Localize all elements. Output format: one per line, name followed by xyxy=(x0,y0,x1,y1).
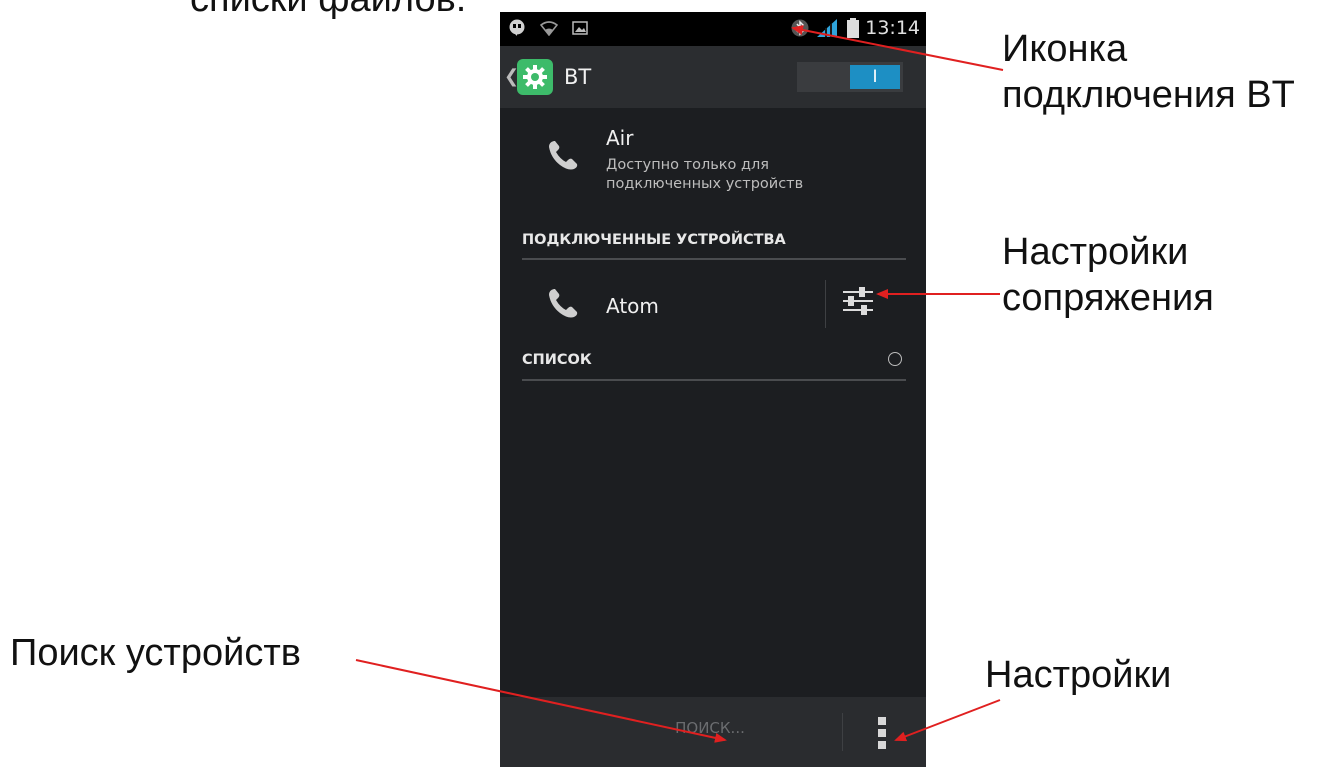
action-bar: ❮ BT I xyxy=(500,46,926,108)
image-notification-icon xyxy=(572,21,588,35)
settings-gear-icon[interactable] xyxy=(517,59,553,95)
notification-icons xyxy=(508,19,588,37)
bluetooth-icon xyxy=(791,19,809,37)
section-header-connected: ПОДКЛЮЧЕННЫЕ УСТРОЙСТВА xyxy=(522,232,786,248)
bt-icon-annotation-line1: Иконка xyxy=(1002,28,1128,70)
bottom-bar: ПОИСК... xyxy=(500,697,926,767)
cut-off-caption: списки файлов. xyxy=(190,0,466,22)
content-area: Air Доступно только для подключенных уст… xyxy=(500,108,926,688)
page-title: BT xyxy=(564,65,592,89)
device-status: Доступно только для подключенных устройс… xyxy=(606,156,803,194)
overflow-menu-icon[interactable] xyxy=(878,717,888,749)
pairing-annotation-line1: Настройки xyxy=(1002,231,1189,273)
vertical-divider xyxy=(842,713,843,751)
phone-icon xyxy=(549,289,578,318)
wifi-icon xyxy=(540,21,558,36)
search-annotation: Поиск устройств xyxy=(10,632,301,674)
system-icons: 13:14 xyxy=(791,17,920,39)
pairing-settings-icon[interactable] xyxy=(840,283,876,319)
device-status-line2: подключенных устройств xyxy=(606,176,804,192)
clock: 13:14 xyxy=(865,17,920,39)
device-item-air[interactable]: Air Доступно только для подключенных уст… xyxy=(500,108,926,218)
device-name: Atom xyxy=(606,294,659,318)
section-divider xyxy=(522,379,906,381)
bt-icon-annotation-line2: подключения BT xyxy=(1002,74,1295,116)
status-bar: 13:14 xyxy=(500,12,926,46)
device-status-line1: Доступно только для xyxy=(606,157,770,173)
settings-annotation: Настройки xyxy=(985,654,1172,696)
hangouts-icon xyxy=(509,19,525,36)
device-name: Air xyxy=(606,126,634,150)
pairing-annotation: Настройки сопряжения xyxy=(1002,229,1214,321)
pairing-annotation-line2: сопряжения xyxy=(1002,277,1214,319)
signal-icon xyxy=(817,19,838,37)
search-button[interactable]: ПОИСК... xyxy=(650,719,770,737)
section-header-list: СПИСОК xyxy=(522,352,592,368)
spinner-icon xyxy=(888,352,902,366)
vertical-divider xyxy=(825,280,826,328)
battery-icon xyxy=(847,18,860,38)
bt-icon-annotation: Иконка подключения BT xyxy=(1002,26,1295,118)
toggle-on-label: I xyxy=(850,65,900,89)
phone-screen: 13:14 ❮ BT I Air Доступно только для под… xyxy=(500,12,926,767)
phone-icon xyxy=(549,141,578,170)
bluetooth-toggle[interactable]: I xyxy=(797,62,903,92)
